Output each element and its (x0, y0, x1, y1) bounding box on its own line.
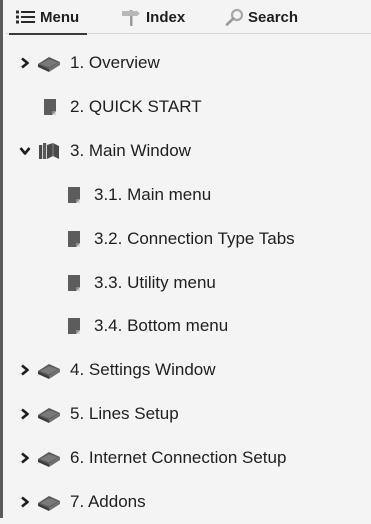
toc-item[interactable]: 3.2. Connection Type Tabs (6, 217, 371, 261)
toc-item-label: 6. Internet Connection Setup (70, 448, 287, 467)
toc-item-label: 2. QUICK START (70, 97, 202, 116)
toc-item-label: 5. Lines Setup (70, 404, 179, 423)
toc-item-label: 1. Overview (70, 53, 160, 72)
toc-item[interactable]: 7. Addons (6, 480, 371, 524)
chevron-right-icon[interactable] (19, 452, 31, 464)
toc-item[interactable]: 3. Main Window (6, 129, 371, 173)
tab-menu-label: Menu (40, 8, 80, 26)
toc-item-label: 3.3. Utility menu (94, 273, 216, 292)
toc-item-label: 3.4. Bottom menu (94, 316, 229, 335)
toc-item-label: 7. Addons (70, 492, 146, 511)
chevron-right-icon[interactable] (19, 408, 31, 420)
toc-item[interactable]: 2. QUICK START (6, 85, 371, 129)
page-icon (62, 229, 86, 249)
open-book-icon (37, 141, 61, 161)
tab-search[interactable]: Search (225, 0, 298, 34)
chevron-right-icon[interactable] (19, 57, 31, 69)
toc-item-label: 3.2. Connection Type Tabs (94, 229, 295, 248)
book-icon (37, 360, 61, 380)
toc-item[interactable]: 1. Overview (6, 41, 371, 85)
tab-index-label: Index (146, 8, 186, 26)
toc-item-label: 3.1. Main menu (94, 185, 212, 204)
page-icon (62, 185, 86, 205)
book-icon (37, 53, 61, 73)
toc-item-label: 4. Settings Window (70, 360, 216, 379)
toc-item[interactable]: 3.3. Utility menu (6, 261, 371, 305)
list-icon (15, 9, 37, 25)
book-icon (37, 448, 61, 468)
chevron-down-icon[interactable] (19, 145, 31, 157)
help-navigation-panel: Menu Index Search 1. Overview 2. QUICK ST… (0, 0, 371, 518)
toc-item[interactable]: 4. Settings Window (6, 348, 371, 392)
book-icon (37, 492, 61, 512)
tab-menu[interactable]: Menu (8, 0, 88, 35)
navigation-tabs: Menu Index Search (6, 0, 371, 35)
book-icon (37, 404, 61, 424)
tab-search-label: Search (248, 8, 299, 26)
page-icon (62, 316, 86, 336)
toc-item[interactable]: 3.1. Main menu (6, 173, 371, 217)
chevron-right-icon[interactable] (19, 496, 31, 508)
toc-item[interactable]: 5. Lines Setup (6, 392, 371, 436)
toc-item-label: 3. Main Window (70, 141, 191, 160)
signpost-icon (121, 8, 143, 26)
page-icon (62, 273, 86, 293)
page-icon (38, 97, 62, 117)
toc-item[interactable]: 3.4. Bottom menu (6, 304, 371, 348)
toc-item[interactable]: 6. Internet Connection Setup (6, 436, 371, 480)
magnifier-icon (225, 8, 245, 26)
tab-index[interactable]: Index (121, 0, 185, 34)
chevron-right-icon[interactable] (19, 364, 31, 376)
